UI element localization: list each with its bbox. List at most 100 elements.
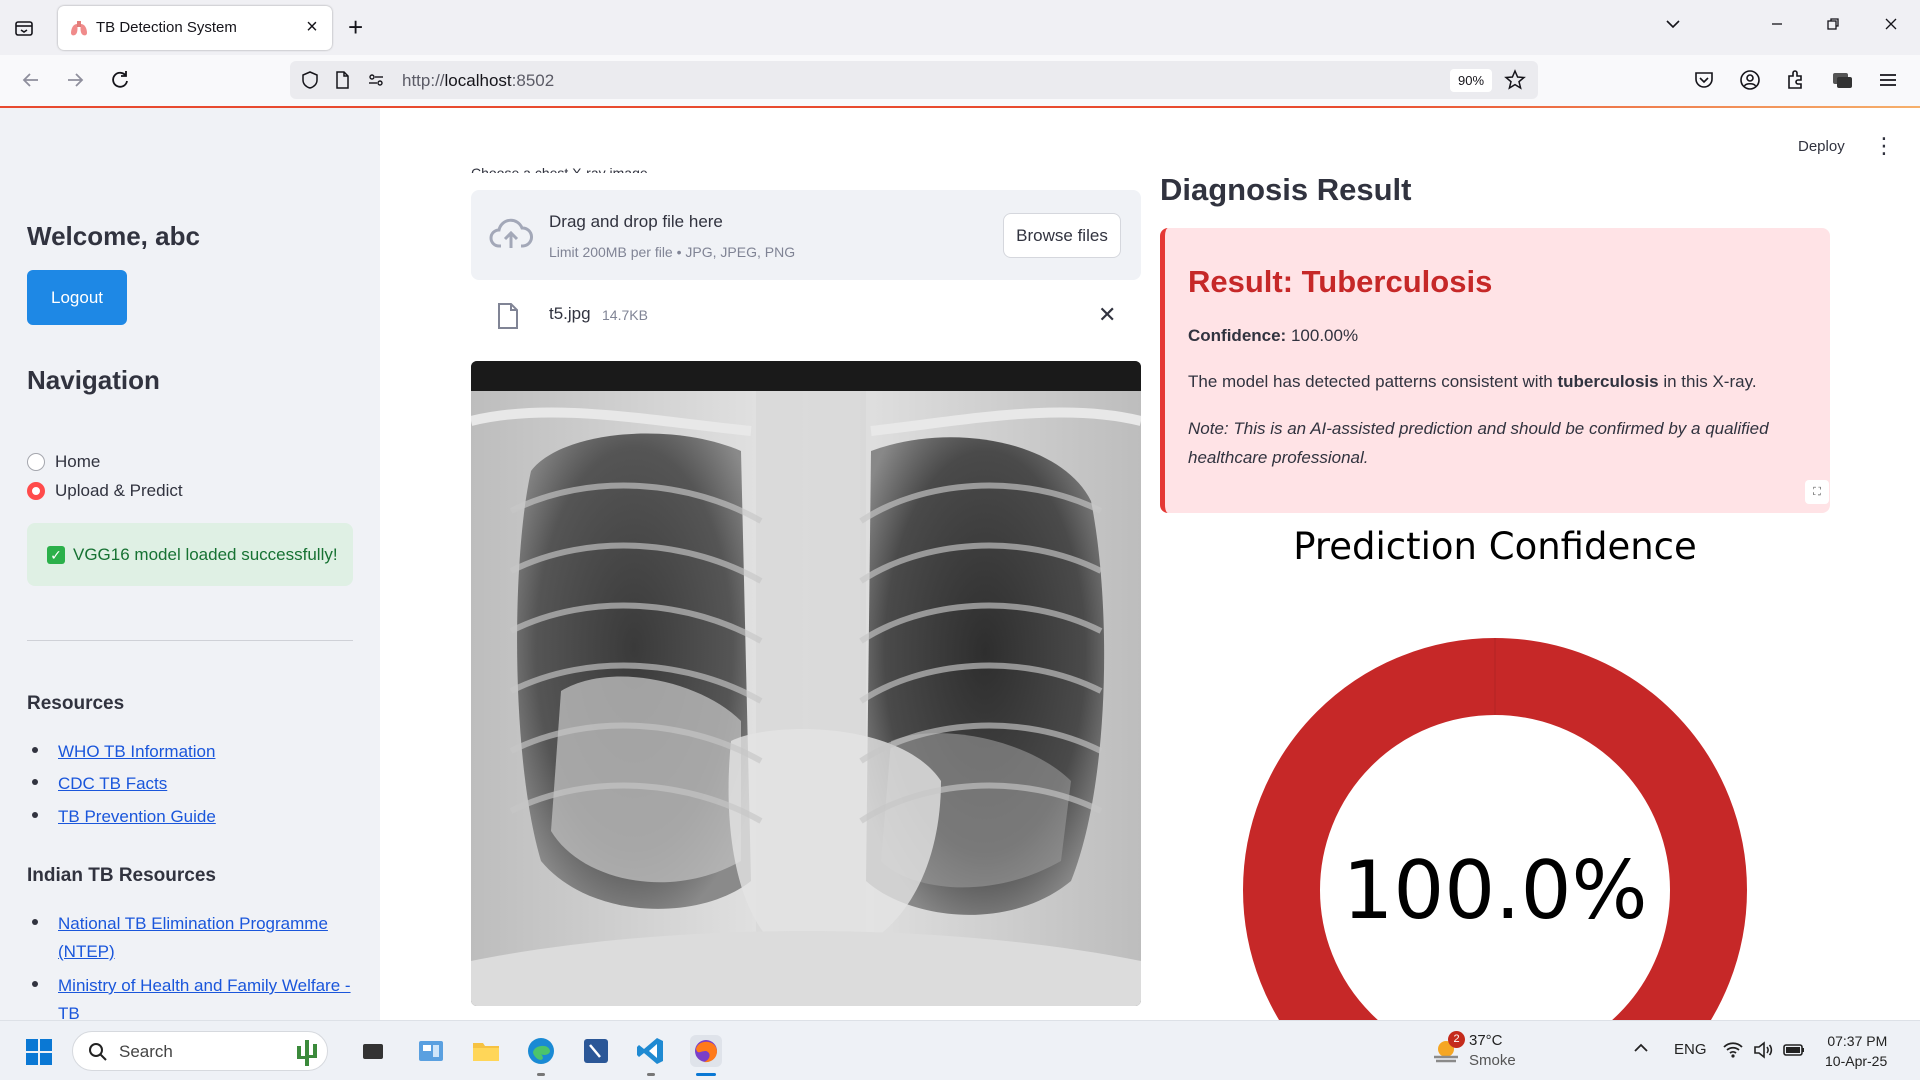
radio-selected-icon[interactable] xyxy=(27,482,45,500)
back-icon[interactable] xyxy=(18,67,44,93)
diagnosis-heading: Diagnosis Result xyxy=(1160,172,1412,207)
link-line: Ministry of Health and Family Welfare - xyxy=(58,976,351,995)
file-icon xyxy=(497,302,519,330)
detection-message: The model has detected patterns consiste… xyxy=(1188,367,1757,396)
bullet xyxy=(32,812,38,818)
model-status-alert: ✓ VGG16 model loaded successfully! xyxy=(27,523,353,586)
extensions-icon[interactable] xyxy=(1783,68,1807,92)
model-status-text: VGG16 model loaded successfully! xyxy=(73,544,338,564)
firefox-active-indicator xyxy=(696,1073,716,1076)
bookmark-star-icon[interactable] xyxy=(1504,69,1526,91)
taskbar-search[interactable]: Search xyxy=(72,1031,328,1071)
confidence-value: 100.00% xyxy=(1290,326,1359,345)
browser-tab[interactable]: TB Detection System × xyxy=(58,6,332,50)
battery-icon[interactable] xyxy=(1782,1039,1806,1061)
windows-taskbar: Search 2 37°C Smoke ENG 07:37 PM 10-Apr-… xyxy=(0,1020,1920,1080)
detection-bold: tuberculosis xyxy=(1557,372,1659,391)
nav-option-home[interactable]: Home xyxy=(27,450,100,474)
language-indicator[interactable]: ENG xyxy=(1674,1041,1707,1058)
file-dropzone[interactable]: Drag and drop file here Limit 200MB per … xyxy=(471,190,1141,280)
tab-list-icon[interactable] xyxy=(12,16,36,40)
shield-icon[interactable] xyxy=(300,70,320,90)
list-all-tabs-icon[interactable] xyxy=(1660,14,1686,40)
dropzone-title: Drag and drop file here xyxy=(549,212,723,231)
task-view-icon[interactable] xyxy=(357,1035,389,1067)
close-window-icon[interactable] xyxy=(1878,14,1904,40)
indian-resources-heading: Indian TB Resources xyxy=(27,865,216,886)
link-line: TB xyxy=(58,1004,80,1020)
checkmark-icon: ✓ xyxy=(47,545,65,564)
firefox-icon[interactable] xyxy=(690,1035,722,1067)
chest-xray-image xyxy=(471,361,1141,1006)
new-tab-icon[interactable]: + xyxy=(348,14,363,40)
detection-prefix: The model has detected patterns consiste… xyxy=(1188,372,1553,391)
clock-date: 10-Apr-25 xyxy=(1825,1053,1888,1069)
account-icon[interactable] xyxy=(1738,68,1762,92)
vscode-icon[interactable] xyxy=(635,1035,667,1067)
edge-running-indicator xyxy=(537,1073,545,1076)
browser-nav-bar: http://localhost:8502 90% xyxy=(0,55,1920,106)
deploy-button[interactable]: Deploy xyxy=(1798,138,1845,155)
indian-resource-link-item[interactable]: National TB Elimination Programme (NTEP) xyxy=(32,910,328,966)
remove-file-icon[interactable]: ✕ xyxy=(1098,302,1116,328)
nav-option-upload-predict[interactable]: Upload & Predict xyxy=(27,479,183,503)
fullscreen-expand-icon[interactable]: ⛶ xyxy=(1805,480,1829,504)
radio-unselected-icon[interactable] xyxy=(27,453,45,471)
indian-resource-link[interactable]: Ministry of Health and Family Welfare - T… xyxy=(58,972,351,1020)
resource-link[interactable]: TB Prevention Guide xyxy=(58,803,216,831)
weather-temp: 37°C xyxy=(1469,1032,1503,1049)
url-text[interactable]: http://localhost:8502 xyxy=(402,71,554,91)
cactus-search-highlight-icon xyxy=(291,1036,323,1068)
url-bar[interactable]: http://localhost:8502 90% xyxy=(290,61,1538,99)
edge-browser-icon[interactable] xyxy=(525,1035,557,1067)
confidence-line: Confidence: 100.00% xyxy=(1188,321,1358,350)
url-port: :8502 xyxy=(511,71,555,90)
wifi-icon[interactable] xyxy=(1722,1039,1744,1061)
page-icon[interactable] xyxy=(332,70,352,90)
file-size: 14.7KB xyxy=(602,307,648,323)
nav-option-label: Home xyxy=(55,452,101,471)
resource-link-item[interactable]: TB Prevention Guide xyxy=(32,803,216,831)
logout-button[interactable]: Logout xyxy=(27,270,127,325)
weather-badge: 2 xyxy=(1448,1031,1465,1048)
disclaimer-note: Note: This is an AI-assisted prediction … xyxy=(1188,419,1769,467)
sidebar-divider xyxy=(27,640,353,641)
browse-files-button[interactable]: Browse files xyxy=(1003,213,1121,258)
terminal-app-icon[interactable] xyxy=(580,1035,612,1067)
weather-icon[interactable]: 2 xyxy=(1430,1031,1465,1067)
reload-icon[interactable] xyxy=(107,67,133,93)
nav-option-label: Upload & Predict xyxy=(55,481,183,500)
hamburger-menu-icon[interactable] xyxy=(1876,68,1900,92)
indian-resource-link[interactable]: National TB Elimination Programme (NTEP) xyxy=(58,910,328,966)
restore-icon[interactable] xyxy=(1820,14,1846,40)
uploaded-file-row: t5.jpg 14.7KB ✕ xyxy=(471,296,1141,336)
search-icon xyxy=(87,1041,109,1063)
windows-start-icon[interactable] xyxy=(25,1038,53,1066)
dropzone-limit: Limit 200MB per file • JPG, JPEG, PNG xyxy=(549,244,796,260)
clock-time: 07:37 PM xyxy=(1827,1033,1888,1049)
result-title: Result: Tuberculosis xyxy=(1188,264,1493,299)
resource-link-item[interactable]: CDC TB Facts xyxy=(32,770,167,798)
tab-close-icon[interactable]: × xyxy=(302,17,322,38)
widgets-app-icon[interactable] xyxy=(415,1035,447,1067)
minimize-icon[interactable] xyxy=(1764,14,1790,40)
tab-title: TB Detection System xyxy=(96,19,237,36)
volume-icon[interactable] xyxy=(1752,1039,1774,1061)
zoom-level-badge[interactable]: 90% xyxy=(1450,69,1492,92)
resource-link-item[interactable]: WHO TB Information xyxy=(32,738,215,766)
browser-tab-bar: TB Detection System × + xyxy=(0,0,1920,55)
pocket-icon[interactable] xyxy=(1692,68,1716,92)
container-tabs-icon[interactable] xyxy=(1830,68,1854,92)
weather-widget[interactable]: 37°C Smoke xyxy=(1469,1031,1516,1071)
link-line: (NTEP) xyxy=(58,942,115,961)
detection-suffix: in this X-ray. xyxy=(1663,372,1757,391)
more-options-icon[interactable]: ⋮ xyxy=(1873,135,1895,157)
forward-icon[interactable] xyxy=(62,67,88,93)
permissions-icon[interactable] xyxy=(366,70,386,90)
indian-resource-link-item[interactable]: Ministry of Health and Family Welfare - T… xyxy=(32,972,351,1020)
resource-link[interactable]: WHO TB Information xyxy=(58,738,215,766)
show-hidden-icons[interactable] xyxy=(1632,1039,1650,1062)
resource-link[interactable]: CDC TB Facts xyxy=(58,770,167,798)
file-explorer-icon[interactable] xyxy=(470,1035,502,1067)
system-clock[interactable]: 07:37 PM 10-Apr-25 xyxy=(1825,1031,1887,1071)
